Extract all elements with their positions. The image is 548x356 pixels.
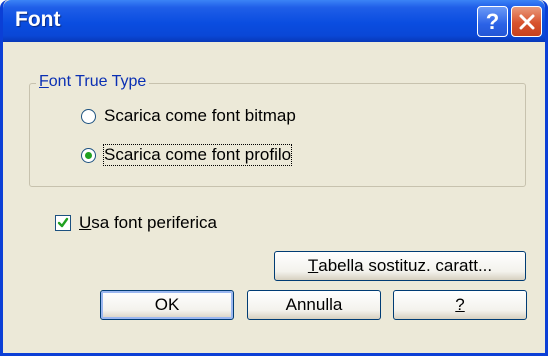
close-icon xyxy=(519,14,534,29)
cancel-button[interactable]: Annulla xyxy=(247,290,381,320)
window-title: Font xyxy=(15,8,61,31)
title-bar[interactable]: Font ? xyxy=(3,0,545,42)
help-icon: ? xyxy=(485,8,500,34)
radio-profilo-label: Scarica come font profilo xyxy=(102,144,293,166)
radio-bitmap-label: Scarica come font bitmap xyxy=(104,106,296,125)
radio-circle-selected[interactable] xyxy=(81,147,96,163)
radio-profilo[interactable]: Scarica come font profilo xyxy=(81,144,293,166)
help-button[interactable]: ? xyxy=(393,290,527,320)
radio-bitmap[interactable]: Scarica come font bitmap xyxy=(81,106,296,126)
close-button[interactable] xyxy=(511,6,542,37)
checkmark-icon xyxy=(57,217,69,228)
font-truetype-group xyxy=(29,83,526,187)
legend-rest: ont True Type xyxy=(48,73,147,90)
group-legend: Font True Type xyxy=(36,73,150,91)
radio-selected-dot xyxy=(85,151,92,159)
ok-button[interactable]: OK xyxy=(100,290,234,320)
help-title-button[interactable]: ? xyxy=(477,6,508,37)
checkbox-peripheral-font[interactable]: Usa font periferica xyxy=(55,213,217,233)
legend-accel: F xyxy=(39,73,49,90)
checkbox-label: Usa font periferica xyxy=(79,213,217,232)
font-dialog: Font ? Font True Type Scarica come font … xyxy=(0,0,548,356)
substitution-table-button[interactable]: Tabella sostituz. caratt... xyxy=(274,251,526,281)
radio-circle[interactable] xyxy=(81,108,96,124)
checkbox-box[interactable] xyxy=(55,215,71,231)
